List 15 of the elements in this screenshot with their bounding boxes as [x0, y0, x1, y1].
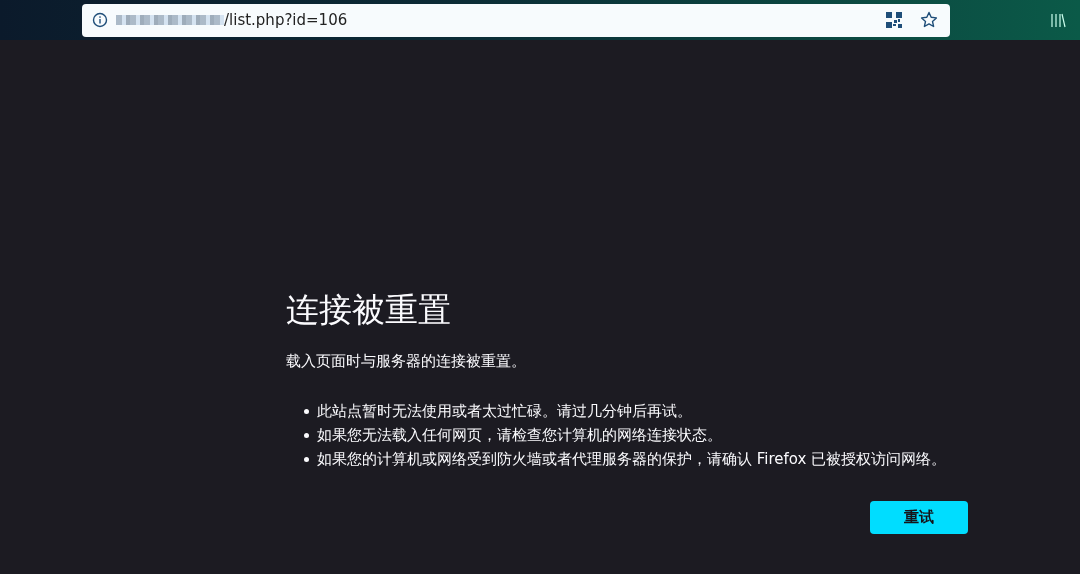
star-icon[interactable]	[920, 11, 938, 29]
error-title: 连接被重置	[286, 289, 452, 331]
info-icon[interactable]	[92, 12, 108, 28]
address-bar[interactable]: /list.php?id=106	[82, 3, 950, 37]
suggestion-text: 如果您无法载入任何网页，请检查您计算机的网络连接状态。	[317, 425, 722, 446]
bullet-icon	[304, 456, 309, 462]
suggestion-text: 如果您的计算机或网络受到防火墙或者代理服务器的保护，请确认 Firefox 已被授权访问网络。	[317, 449, 947, 470]
suggestion-text: 此站点暂时无法使用或者太过忙碌。请过几分钟后再试。	[317, 401, 692, 422]
bullet-icon	[304, 432, 309, 438]
url-text: /list.php?id=106	[224, 11, 348, 29]
library-icon[interactable]	[1050, 12, 1066, 28]
error-description: 载入页面时与服务器的连接被重置。	[286, 352, 527, 371]
qr-code-icon[interactable]	[886, 12, 902, 28]
bullet-icon	[304, 408, 309, 414]
retry-button[interactable]: 重试	[870, 501, 968, 534]
